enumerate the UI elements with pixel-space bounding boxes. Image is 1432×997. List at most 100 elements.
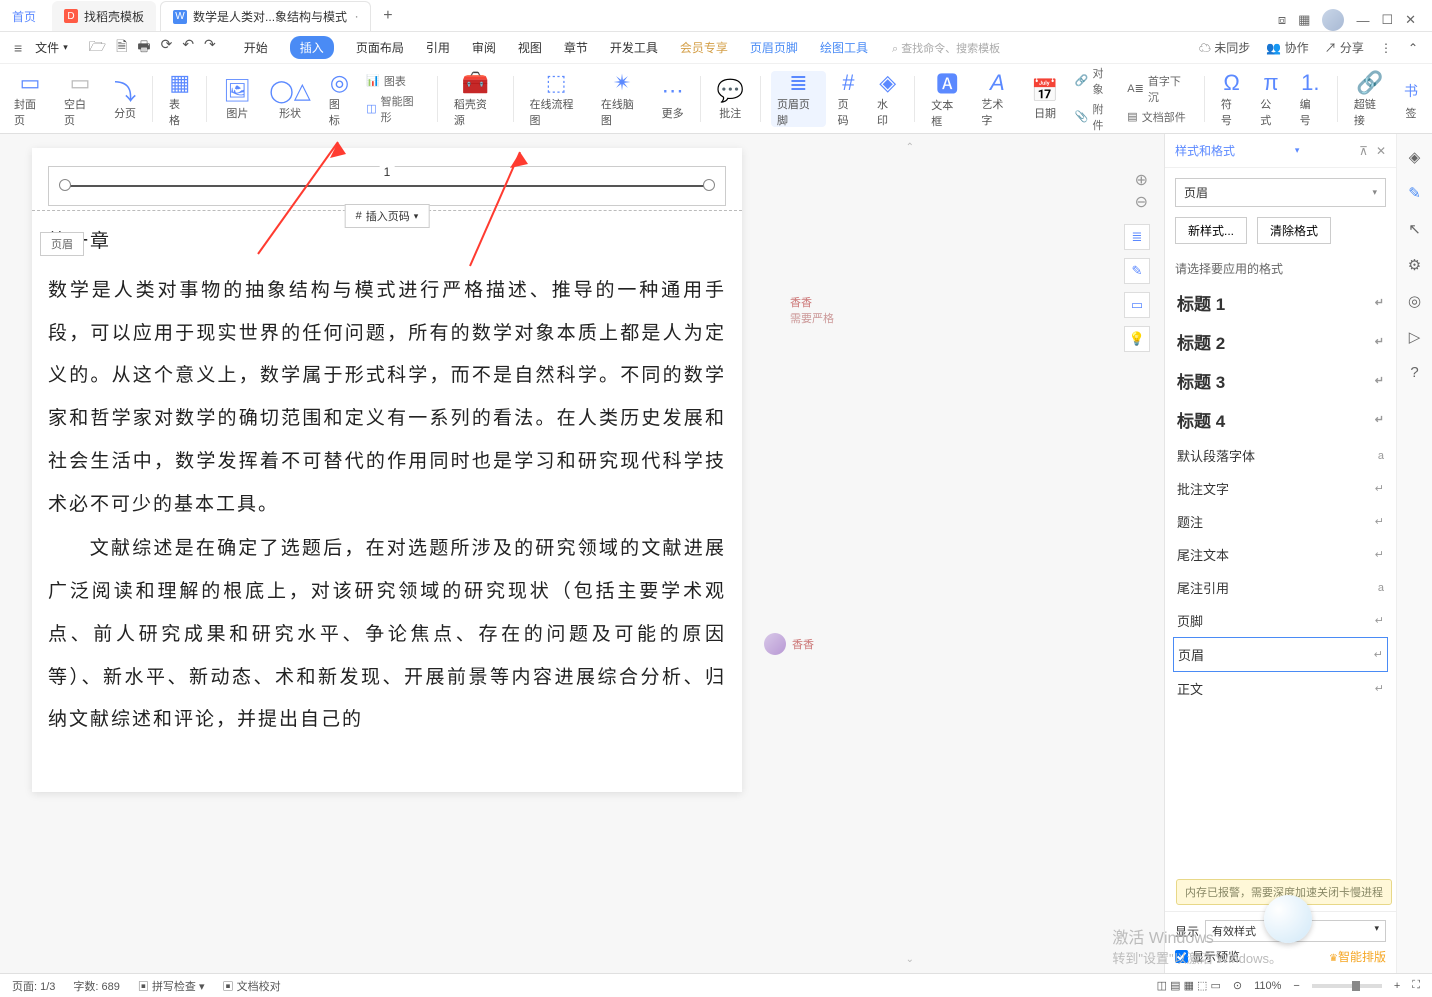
rib-headerfooter[interactable]: ≣页眉页脚 — [771, 71, 826, 127]
style-item[interactable]: 页眉↵ — [1173, 637, 1388, 672]
more-menu[interactable]: ⋮ — [1380, 41, 1392, 55]
rib-smartart[interactable]: ◫智能图形 — [366, 93, 423, 125]
tab-review[interactable]: 审阅 — [472, 36, 496, 59]
rib-icon[interactable]: ◎图标 — [323, 71, 356, 127]
zoom-in-button[interactable]: ⊕ — [1135, 170, 1148, 190]
command-search[interactable]: ⌕ 查找命令、搜索模板 — [892, 40, 1000, 56]
style-item[interactable]: 批注文字↵ — [1173, 472, 1388, 505]
rail-pencil-icon[interactable]: ✎ — [1408, 184, 1421, 202]
style-item[interactable]: 标题 2↵ — [1173, 322, 1388, 361]
rib-watermark[interactable]: ◈水印 — [871, 71, 904, 127]
save-icon[interactable]: 🗁 — [89, 36, 106, 60]
file-menu[interactable]: 文件▾ — [26, 35, 77, 60]
rib-blank[interactable]: ▭空白页 — [58, 71, 102, 127]
insert-page-number-button[interactable]: # 插入页码 ▾ — [345, 204, 430, 228]
layout-1-icon[interactable]: ⧈ — [1278, 12, 1286, 28]
style-item[interactable]: 标题 3↵ — [1173, 361, 1388, 400]
style-item[interactable]: 页脚↵ — [1173, 604, 1388, 637]
rib-pagebreak[interactable]: ⤵分页 — [108, 71, 142, 127]
style-item[interactable]: 标题 4↵ — [1173, 400, 1388, 439]
refresh-icon[interactable]: ⟳ — [161, 36, 173, 60]
smart-typeset-link[interactable]: ♛智能排版 — [1329, 948, 1386, 965]
tab-add[interactable]: + — [371, 1, 401, 31]
rib-shape[interactable]: ◯△形状 — [263, 71, 317, 127]
rib-comment[interactable]: 💬批注 — [711, 71, 750, 127]
rib-pagenum[interactable]: #页码 — [832, 71, 865, 127]
tab-member[interactable]: 会员专享 — [680, 36, 728, 59]
clear-format-button[interactable]: 清除格式 — [1257, 217, 1331, 244]
rib-symbol[interactable]: Ω符号 — [1215, 71, 1248, 127]
status-words[interactable]: 字数: 689 — [73, 978, 119, 994]
rib-object[interactable]: 🔗对象 — [1075, 65, 1114, 97]
rib-docpart[interactable]: ▤文档部件 — [1127, 109, 1190, 125]
coop-button[interactable]: 👥 协作 — [1266, 39, 1308, 56]
rib-mindmap[interactable]: ✴在线脑图 — [595, 71, 650, 127]
print-preview-icon[interactable]: 🗎 — [116, 36, 127, 60]
app-menu-icon[interactable]: ≡ — [14, 40, 22, 56]
undo-icon[interactable]: ↶ — [182, 36, 194, 60]
document-body[interactable]: 第一章 数学是人类对事物的抽象结构与模式进行严格描述、推导的一种通用手段，可以应… — [32, 211, 742, 792]
comment-2-author[interactable]: 香香 — [792, 636, 814, 652]
view-mode-icons[interactable]: ◫ ▤ ▦ ⬚ ▭ — [1157, 979, 1221, 992]
rib-wordart[interactable]: A艺术字 — [975, 71, 1019, 127]
float-reading-icon[interactable]: ▭ — [1124, 292, 1150, 318]
comment-1[interactable]: 香香 需要严格 — [790, 294, 834, 326]
rib-textbox[interactable]: 🅰文本框 — [925, 71, 969, 127]
tab-ctx-drawing[interactable]: 绘图工具 — [820, 36, 868, 59]
redo-icon[interactable]: ↷ — [204, 36, 216, 60]
slider-handle-left[interactable] — [59, 179, 71, 191]
tab-pagelayout[interactable]: 页面布局 — [356, 36, 404, 59]
rib-chart[interactable]: 📊图表 — [366, 73, 423, 89]
new-style-button[interactable]: 新样式... — [1175, 217, 1247, 244]
page-number-control[interactable]: 1 — [48, 166, 726, 206]
style-item[interactable]: 正文↵ — [1173, 672, 1388, 705]
minimize-button[interactable]: — — [1356, 13, 1369, 28]
close-button[interactable]: ✕ — [1405, 12, 1416, 28]
zoom-out-status[interactable]: − — [1293, 980, 1299, 992]
layout-grid-icon[interactable]: ▦ — [1298, 12, 1310, 28]
focus-mode-icon[interactable]: ⊙ — [1233, 979, 1242, 992]
style-item[interactable]: 标题 1↵ — [1173, 283, 1388, 322]
slider-handle-right[interactable] — [703, 179, 715, 191]
share-button[interactable]: ↗ 分享 — [1325, 39, 1364, 56]
rib-more[interactable]: ⋯更多 — [656, 71, 690, 127]
rail-help-icon[interactable]: ? — [1410, 364, 1418, 381]
tab-menu-icon[interactable]: ⸱ — [355, 8, 358, 25]
rib-equation[interactable]: π公式 — [1254, 71, 1287, 127]
rib-date[interactable]: 📅日期 — [1025, 71, 1064, 127]
close-panel-icon[interactable]: ✕ — [1376, 144, 1386, 158]
print-icon[interactable]: 🖶 — [137, 36, 150, 60]
rib-number[interactable]: 1.编号 — [1294, 71, 1327, 127]
float-idea-icon[interactable]: 💡 — [1124, 326, 1150, 352]
style-item[interactable]: 尾注引用a — [1173, 571, 1388, 604]
tab-document-active[interactable]: W 数学是人类对...象结构与模式 ⸱ — [160, 1, 371, 31]
tab-devtools[interactable]: 开发工具 — [610, 36, 658, 59]
tab-references[interactable]: 引用 — [426, 36, 450, 59]
zoom-out-button[interactable]: ⊖ — [1135, 192, 1148, 212]
rib-hyperlink[interactable]: 🔗超链接 — [1348, 71, 1392, 127]
status-proof[interactable]: ▣ 文档校对 — [223, 978, 281, 994]
zoom-value[interactable]: 110% — [1254, 980, 1281, 992]
status-spellcheck[interactable]: ▣ 拼写检查 ▾ — [138, 978, 205, 994]
style-item[interactable]: 题注↵ — [1173, 505, 1388, 538]
rib-dropcap[interactable]: A≣首字下沉 — [1127, 73, 1190, 105]
rail-settings-icon[interactable]: ⚙ — [1408, 256, 1421, 274]
fullscreen-icon[interactable]: ⛶ — [1412, 979, 1420, 992]
sync-button[interactable]: ☁ 未同步 — [1199, 39, 1250, 56]
style-item[interactable]: 默认段落字体a — [1173, 439, 1388, 472]
rail-location-icon[interactable]: ◎ — [1408, 292, 1421, 310]
rail-diamond-icon[interactable]: ◈ — [1409, 148, 1421, 166]
rail-present-icon[interactable]: ▷ — [1409, 328, 1421, 346]
rib-attach[interactable]: 📎附件 — [1075, 101, 1114, 133]
current-style-select[interactable]: 页眉 ▾ — [1175, 178, 1386, 207]
rib-cover[interactable]: ▭封面页 — [8, 71, 52, 127]
status-page[interactable]: 页面: 1/3 — [12, 978, 55, 994]
tab-home[interactable]: 首页 — [0, 1, 48, 31]
float-pencil-icon[interactable]: ✎ — [1124, 258, 1150, 284]
rib-resource[interactable]: 🧰稻壳资源 — [448, 71, 503, 127]
rib-bookmark[interactable]: 书签 — [1398, 71, 1424, 127]
rail-cursor-icon[interactable]: ↖ — [1408, 220, 1421, 238]
maximize-button[interactable]: ☐ — [1381, 12, 1393, 28]
tab-insert[interactable]: 插入 — [290, 36, 334, 59]
rib-table[interactable]: ▦表格 — [163, 71, 196, 127]
